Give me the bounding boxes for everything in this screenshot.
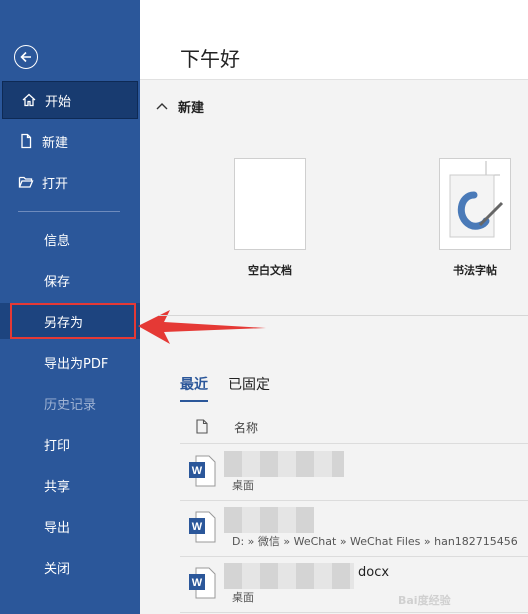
word-doc-icon: W (188, 567, 216, 603)
file-list-header: 名称 (180, 412, 528, 444)
chevron-up-icon (156, 99, 168, 114)
section-separator (158, 315, 528, 316)
file-type-icon (196, 418, 214, 437)
blank-doc-thumbnail (234, 158, 306, 250)
template-calligraphy-label: 书法字帖 (453, 264, 497, 277)
nav-share[interactable]: 共享 (0, 467, 140, 503)
nav-save[interactable]: 保存 (0, 262, 140, 298)
template-blank[interactable]: 空白文档 (234, 158, 306, 277)
file-name: docx (358, 565, 390, 580)
back-button[interactable] (14, 45, 38, 69)
sidebar-divider (18, 211, 120, 212)
calligraphy-brush-icon (449, 161, 504, 238)
tab-recent[interactable]: 最近 (180, 374, 208, 402)
nav-home-label: 开始 (45, 94, 72, 110)
calligraphy-thumbnail (439, 158, 511, 250)
nav-open-label: 打开 (42, 176, 69, 192)
redacted-filename (224, 507, 314, 533)
redacted-filename (224, 563, 354, 589)
nav-new[interactable]: 新建 (0, 122, 140, 160)
nav-export[interactable]: 导出 (0, 508, 140, 544)
file-location: 桌面 (232, 591, 254, 604)
svg-text:W: W (192, 521, 203, 533)
header-bar: 下午好 (140, 0, 528, 80)
nav-print[interactable]: 打印 (0, 426, 140, 462)
nav-new-label: 新建 (42, 135, 69, 151)
watermark: Bai度经验 (398, 594, 451, 607)
home-icon (21, 92, 37, 108)
recent-file-row[interactable]: W D: » 微信 » WeChat » WeChat Files » han1… (180, 501, 528, 557)
recent-tabs: 最近 已固定 (180, 374, 290, 402)
word-doc-icon: W (188, 511, 216, 547)
template-blank-label: 空白文档 (248, 264, 292, 277)
arrow-left-icon (20, 51, 31, 63)
nav-open[interactable]: 打开 (0, 163, 140, 201)
redacted-filename (224, 451, 344, 477)
svg-text:W: W (192, 577, 203, 589)
nav-home[interactable]: 开始 (2, 81, 138, 119)
greeting-title: 下午好 (180, 47, 240, 71)
new-doc-icon (18, 133, 34, 149)
svg-text:W: W (192, 465, 203, 477)
save-as-highlight-box (10, 303, 136, 339)
red-arrow-icon (138, 310, 266, 344)
nav-history[interactable]: 历史记录 (0, 385, 140, 421)
recent-file-row[interactable]: W 桌面 (180, 445, 528, 501)
new-section-title: 新建 (178, 101, 205, 116)
tab-pinned[interactable]: 已固定 (228, 374, 270, 402)
nav-close[interactable]: 关闭 (0, 549, 140, 585)
file-location: 桌面 (232, 479, 254, 492)
nav-info[interactable]: 信息 (0, 221, 140, 257)
file-location: D: » 微信 » WeChat » WeChat Files » han182… (232, 535, 518, 548)
template-calligraphy[interactable]: 书法字帖 (439, 158, 511, 277)
new-section-toggle[interactable]: 新建 (156, 97, 204, 116)
column-name-header[interactable]: 名称 (234, 419, 258, 436)
nav-export-pdf[interactable]: 导出为PDF (0, 344, 140, 380)
word-doc-icon: W (188, 455, 216, 491)
recent-file-row[interactable]: W docx 桌面 (180, 557, 528, 613)
folder-open-icon (18, 174, 34, 190)
